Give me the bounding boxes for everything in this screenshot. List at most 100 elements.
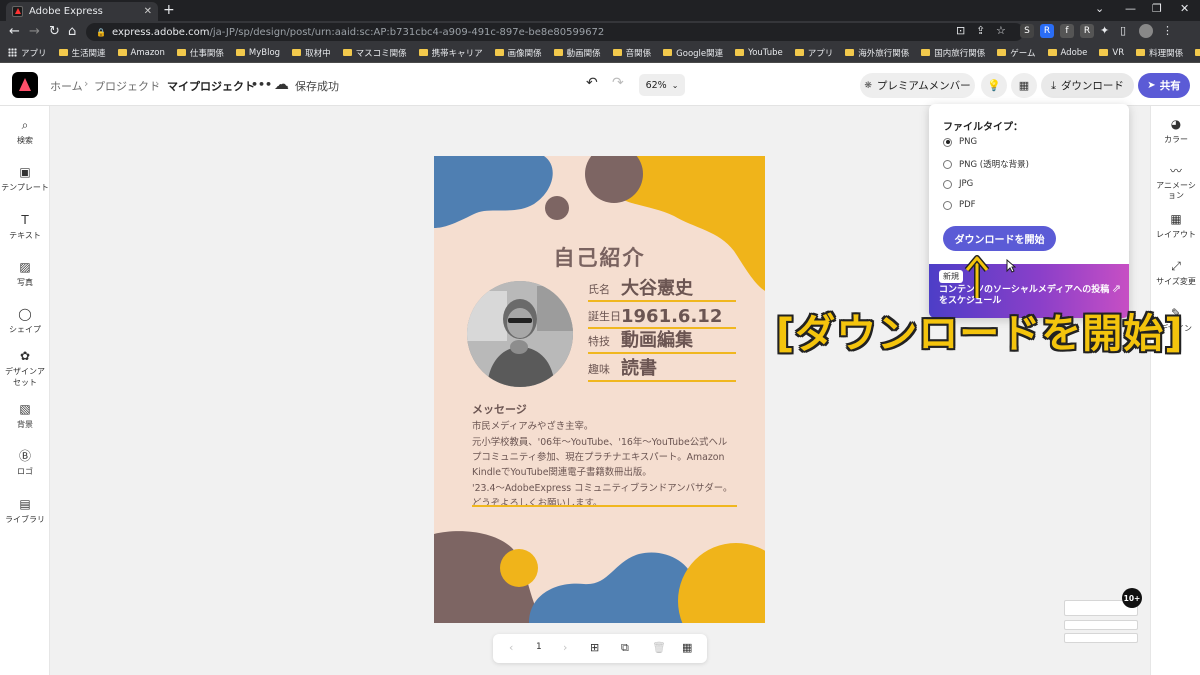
bookmark-folder[interactable]: 携帯キャリア [418,47,483,59]
info-value[interactable]: 1961.6.12 [621,306,722,327]
install-app-icon[interactable]: ⊡ [956,24,965,37]
rail-text[interactable]: T テキスト [0,213,50,241]
bookmark-folder[interactable]: 生活関連 [58,47,106,59]
tab-search-icon[interactable]: ⌄ [1095,2,1104,15]
bookmark-apps[interactable]: アプリ [8,47,47,59]
bookmark-folder[interactable]: 音関係 [612,47,651,59]
breadcrumb-my-project[interactable]: マイプロジェクト [167,78,255,94]
delete-page-icon[interactable]: 🗑 [652,641,666,654]
bookmark-folder[interactable]: Google関連 [663,47,723,59]
message-line[interactable]: 市民メディアみやざき主宰。 [472,418,593,432]
radio-unselected[interactable] [943,179,952,189]
tips-lightbulb-button[interactable]: 💡 [981,73,1007,98]
design-canvas[interactable]: 自己紹介 氏名 大谷憲史 誕生日 1961.6.12 特技 動画編集 趣味 読書… [434,156,765,623]
file-type-option-jpg[interactable]: JPG [943,179,973,189]
bookmark-folder[interactable]: Amazon [117,48,165,58]
bookmark-folder[interactable]: 動画関係 [553,47,601,59]
info-value[interactable]: 動画編集 [621,326,693,352]
message-line[interactable]: プコミュニティ参加、現在プラチナエキスパート。Amazon [472,449,724,463]
home-icon[interactable]: ⌂ [68,23,76,41]
bookmark-folder[interactable]: ゲーム [997,47,1036,59]
rail-design-assets[interactable]: ✿ デザインアセット [0,349,50,388]
next-page-icon[interactable]: › [563,641,567,654]
new-tab-button[interactable]: + [163,2,175,19]
tab-close-icon[interactable]: ✕ [144,6,152,17]
share-page-icon[interactable]: ⇪ [976,24,985,37]
address-bar[interactable]: 🔒 express.adobe.com /ja-JP/sp/design/pos… [86,23,1024,41]
radio-unselected[interactable] [943,200,952,210]
profile-avatar[interactable] [1139,24,1153,38]
forward-arrow-icon[interactable]: → [29,23,40,41]
info-value[interactable]: 大谷憲史 [621,274,693,300]
bookmark-folder[interactable]: 料理関係 [1136,47,1183,59]
browser-tab[interactable]: Adobe Express ✕ [6,2,158,21]
rail-layout[interactable]: ▦ レイアウト [1151,212,1200,240]
rail-shapes[interactable]: ◯ シェイプ [0,307,50,335]
bookmark-folder[interactable]: 海外旅行関係 [845,47,909,59]
bookmark-folder[interactable]: 国内旅行関係 [921,47,985,59]
message-heading[interactable]: メッセージ [472,401,527,417]
radio-selected[interactable] [943,137,952,147]
thumbnail[interactable] [1064,633,1138,643]
portrait-photo[interactable] [467,281,573,387]
previous-page-icon[interactable]: ‹ [509,641,513,654]
rail-photos[interactable]: ▨ 写真 [0,260,50,288]
grid-view-icon[interactable]: ▦ [682,641,692,654]
download-button[interactable]: ⤓ ダウンロード [1041,73,1134,98]
start-download-button[interactable]: ダウンロードを開始 [943,226,1056,251]
rail-logo[interactable]: Ⓑ ロゴ [0,449,50,477]
add-page-icon[interactable]: ⊞ [590,641,599,654]
thumbnail[interactable] [1064,620,1138,630]
file-type-option-png[interactable]: PNG [943,137,977,147]
rail-resize[interactable]: ⤢ サイズ変更 [1151,259,1200,287]
bookmark-folder[interactable]: YouTube [735,48,783,58]
bookmark-star-icon[interactable]: ☆ [996,24,1006,37]
minimize-button[interactable]: — [1125,2,1136,15]
bookmark-folder[interactable]: AI [1195,48,1200,58]
radio-unselected[interactable] [943,159,952,169]
breadcrumb-projects[interactable]: プロジェクト [94,78,160,94]
breadcrumb-home[interactable]: ホーム [50,78,83,94]
file-type-option-pdf[interactable]: PDF [943,200,976,210]
maximize-button[interactable]: ❐ [1152,2,1162,15]
extension-r2-icon[interactable]: R [1080,24,1094,38]
extension-f-icon[interactable]: f [1060,24,1074,38]
rail-background[interactable]: ▧ 背景 [0,402,50,430]
duplicate-page-icon[interactable]: ⧉ [621,641,629,655]
rail-color[interactable]: ◕ カラー [1151,117,1200,145]
bookmark-folder[interactable]: マスコミ関係 [342,47,407,59]
rail-animation[interactable]: 〰アニメーション [1151,164,1200,201]
message-line[interactable]: 元小学校教員、'06年〜YouTube、'16年〜YouTube公式ヘル [472,434,727,448]
extensions-puzzle-icon[interactable]: ✦ [1100,24,1109,37]
bookmark-folder[interactable]: Adobe [1047,48,1087,58]
message-line[interactable]: '23.4〜AdobeExpress コミュニティブランドアンバサダー。 [472,480,732,494]
bookmark-folder[interactable]: 仕事関係 [176,47,224,59]
card-title[interactable]: 自己紹介 [434,242,765,272]
bookmark-folder[interactable]: 画像関係 [494,47,542,59]
browser-menu-icon[interactable]: ⋮ [1162,24,1173,37]
adobe-express-logo-icon[interactable] [12,72,38,98]
rail-templates[interactable]: ▣ テンプレート [0,165,50,193]
premium-member-button[interactable]: ❋ プレミアムメンバー [860,73,975,98]
zoom-select[interactable]: 62% ⌄ [639,74,685,96]
extension-s-icon[interactable]: S [1020,24,1034,38]
bookmark-folder[interactable]: 取材中 [292,47,331,59]
bookmark-folder[interactable]: MyBlog [235,48,280,58]
more-options-icon[interactable]: ••• [251,78,272,91]
close-window-button[interactable]: ✕ [1180,2,1189,15]
bookmark-folder[interactable]: VR [1099,48,1124,58]
rail-search[interactable]: ⌕ 検索 [0,118,50,146]
file-type-option-png-transparent[interactable]: PNG (透明な背景) [943,158,1029,170]
undo-icon[interactable]: ↶ [586,75,598,91]
extension-r-icon[interactable]: R [1040,24,1054,38]
info-value[interactable]: 読書 [621,354,657,380]
schedule-calendar-button[interactable]: ▦ [1011,73,1037,98]
reload-icon[interactable]: ↻ [49,23,60,41]
bookmark-folder[interactable]: アプリ [794,47,833,59]
redo-icon[interactable]: ↷ [612,75,624,91]
share-button[interactable]: ➤ 共有 [1138,73,1190,98]
side-panel-icon[interactable]: ▯ [1120,24,1126,37]
rail-library[interactable]: ▤ ライブラリ [0,497,50,525]
message-line[interactable]: KindleでYouTube関連電子書籍数冊出版。 [472,464,652,478]
back-arrow-icon[interactable]: ← [9,23,20,41]
